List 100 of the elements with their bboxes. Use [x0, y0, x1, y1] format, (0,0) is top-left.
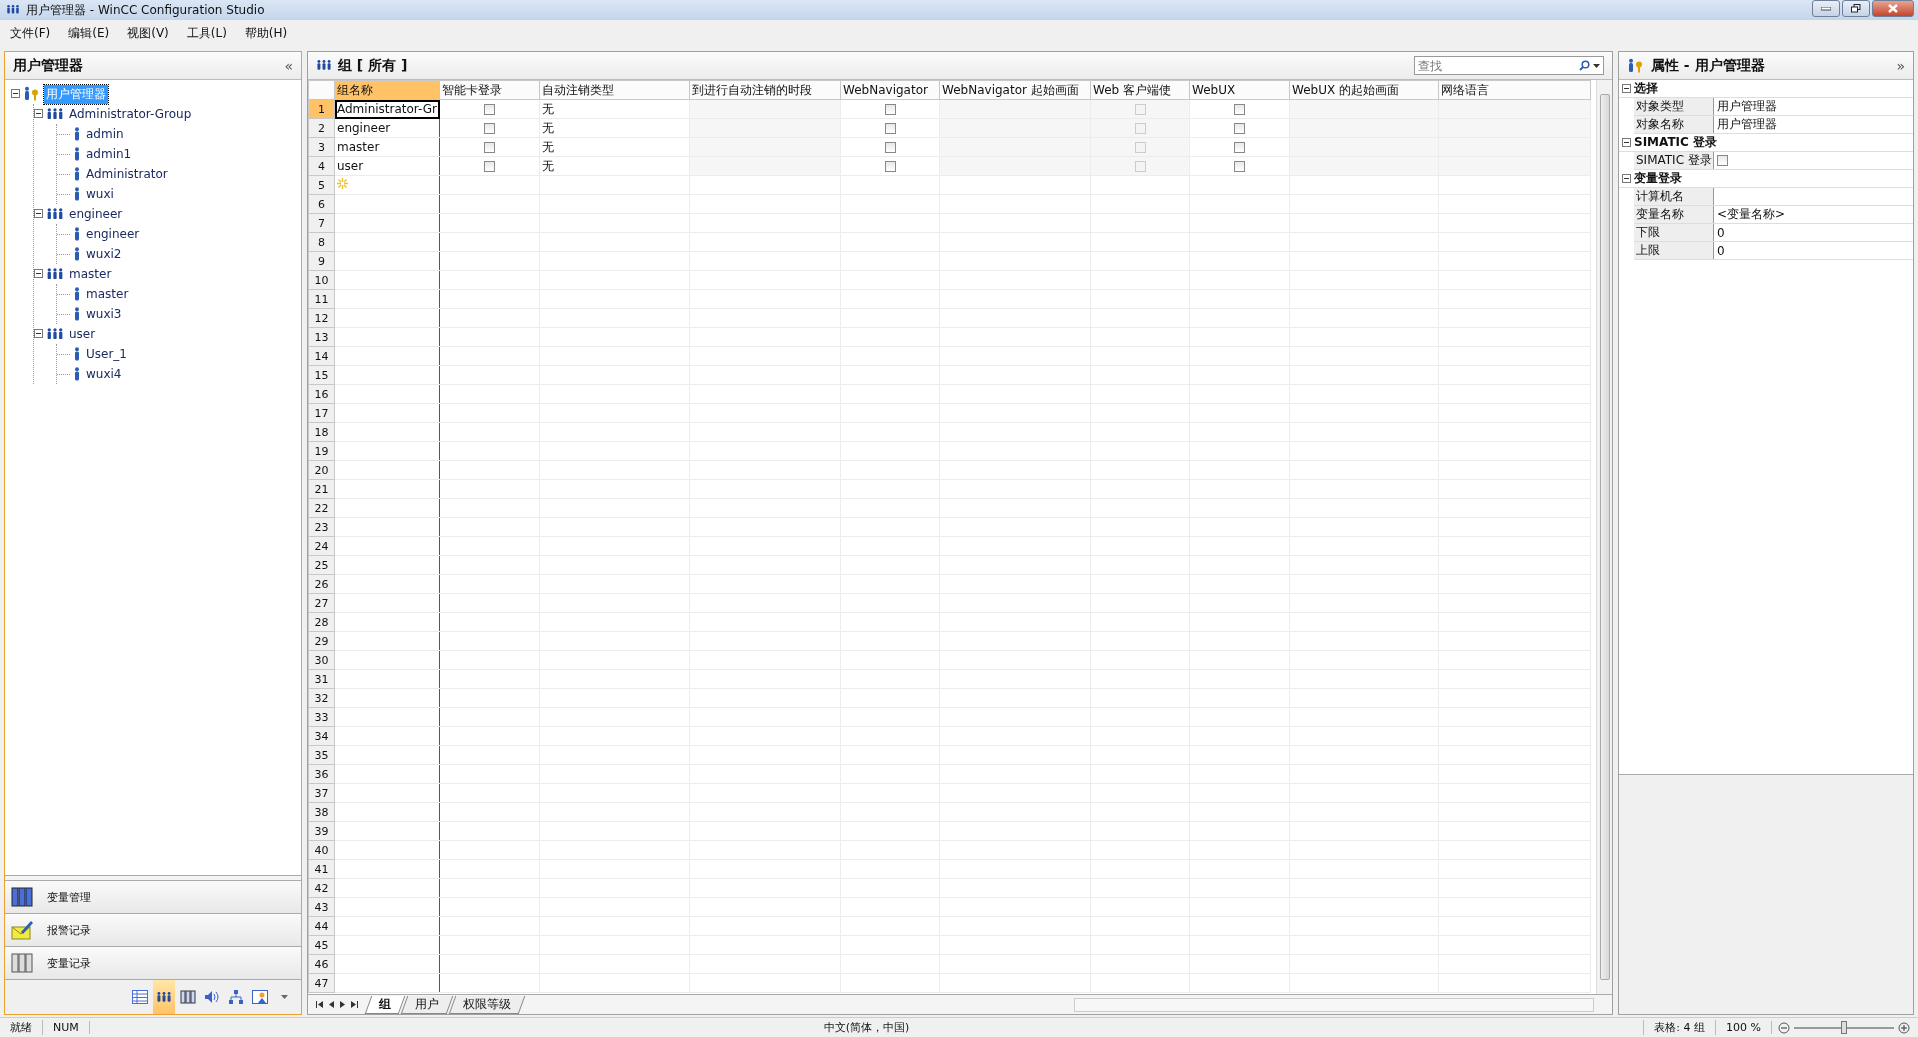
checkbox[interactable]	[1234, 141, 1246, 153]
property-name: 对象名称	[1634, 116, 1714, 133]
menu-item[interactable]: 编辑(E)	[68, 24, 110, 42]
column-header[interactable]: WebNavigator 起始画面	[939, 80, 1091, 100]
minimize-icon	[1821, 6, 1831, 11]
checkbox[interactable]	[1234, 122, 1246, 134]
editor-nav-item[interactable]: 报警记录	[5, 914, 301, 947]
section-expander-icon[interactable]	[1622, 138, 1631, 147]
slider-thumb[interactable]	[1841, 1020, 1847, 1034]
group-icon	[156, 990, 172, 1004]
checkbox[interactable]	[484, 160, 496, 172]
tree-expander-icon[interactable]	[34, 329, 43, 338]
horizontal-scrollbar[interactable]	[1074, 997, 1594, 1012]
table-cell: master	[337, 140, 380, 154]
vertical-scrollbar[interactable]	[1596, 80, 1612, 994]
editor-toggle-button[interactable]	[153, 980, 175, 1014]
checkbox[interactable]	[484, 141, 496, 153]
tree-item[interactable]: wuxi4	[84, 366, 124, 382]
user-icon	[73, 306, 81, 322]
tree-item[interactable]: engineer	[67, 206, 125, 222]
checkbox[interactable]	[884, 160, 896, 172]
tree-item[interactable]: user	[67, 326, 98, 342]
next-sheet-icon[interactable]	[340, 1001, 345, 1008]
window-title: 用户管理器 - WinCC Configuration Studio	[26, 1, 266, 19]
tree-expander-icon[interactable]	[11, 89, 20, 98]
user-icon	[73, 366, 81, 382]
column-header[interactable]: 组名称	[334, 80, 440, 100]
user-icon	[73, 146, 81, 162]
property-value: 用户管理器	[1717, 98, 1777, 115]
checkbox[interactable]	[884, 141, 896, 153]
tree-item[interactable]: Administrator-Group	[67, 106, 194, 122]
checkbox[interactable]	[484, 122, 496, 134]
property-name: 上限	[1634, 242, 1714, 259]
menu-item[interactable]: 视图(V)	[127, 24, 169, 42]
search-field[interactable]: 查找	[1414, 56, 1604, 75]
tree-item[interactable]: wuxi	[84, 186, 116, 202]
table-cell: user	[337, 159, 364, 173]
column-header[interactable]: Web 客户端使	[1090, 80, 1190, 100]
binders-icon	[11, 953, 33, 973]
column-header[interactable]: WebUX 的起始画面	[1289, 80, 1439, 100]
binders-icon	[11, 887, 33, 907]
close-button[interactable]	[1872, 0, 1914, 17]
column-header[interactable]: 智能卡登录	[439, 80, 540, 100]
tree-expander-icon[interactable]	[34, 209, 43, 218]
tree-item[interactable]: admin	[84, 126, 126, 142]
sheet-tab[interactable]: 组	[364, 995, 406, 1014]
tree-item[interactable]: engineer	[84, 226, 142, 242]
zoom-in-icon[interactable]	[1898, 1021, 1910, 1034]
speaker-icon	[204, 990, 220, 1004]
sheet-tab[interactable]: 用户	[400, 995, 454, 1014]
first-sheet-icon[interactable]	[316, 1001, 323, 1008]
menu-item[interactable]: 工具(L)	[186, 24, 227, 42]
restore-button[interactable]	[1842, 0, 1870, 17]
group-icon	[46, 326, 64, 342]
section-title: 变量登录	[1634, 170, 1682, 187]
user-key-icon	[1627, 57, 1645, 74]
tree-expander-icon[interactable]	[34, 269, 43, 278]
tree-expander-icon[interactable]	[34, 109, 43, 118]
envelope-pen-icon	[11, 920, 33, 940]
editor-nav-item[interactable]: 变量管理	[5, 881, 301, 914]
nav-label: 变量记录	[47, 955, 91, 971]
group-icon	[46, 266, 64, 282]
zoom-out-icon[interactable]	[1778, 1021, 1790, 1034]
tree-item[interactable]: wuxi3	[84, 306, 124, 322]
editor-nav-item[interactable]: 变量记录	[5, 947, 301, 980]
group-icon	[6, 4, 20, 16]
picture-list-icon	[252, 990, 268, 1004]
collapse-button[interactable]: «	[284, 57, 293, 74]
column-header[interactable]: WebUX	[1189, 80, 1290, 100]
column-header[interactable]: 网络语言	[1438, 80, 1591, 100]
menu-item[interactable]: 帮助(H)	[244, 24, 288, 42]
previous-sheet-icon[interactable]	[329, 1001, 334, 1008]
menu-item[interactable]: 文件(F)	[10, 24, 51, 42]
tree-item[interactable]: User_1	[84, 346, 129, 362]
group-icon	[316, 59, 332, 72]
checkbox[interactable]	[884, 103, 896, 115]
checkbox[interactable]	[484, 103, 496, 115]
tree-item[interactable]: wuxi2	[84, 246, 124, 262]
splitter-handle[interactable]	[5, 875, 301, 881]
tree-item[interactable]: Administrator	[84, 166, 170, 182]
user-icon	[73, 226, 81, 242]
checkbox[interactable]	[884, 122, 896, 134]
checkbox[interactable]	[1234, 160, 1246, 172]
checkbox[interactable]	[1717, 155, 1728, 166]
sheet-tab[interactable]: 权限等级	[448, 995, 526, 1014]
tree-item[interactable]: admin1	[84, 146, 134, 162]
last-sheet-icon[interactable]	[351, 1001, 358, 1008]
tree-item[interactable]: master	[67, 266, 114, 282]
column-header[interactable]: 自动注销类型	[539, 80, 690, 100]
property-value: 用户管理器	[1717, 116, 1777, 133]
tree-item[interactable]: master	[84, 286, 131, 302]
table-cell: engineer	[337, 121, 391, 135]
expand-button[interactable]: »	[1896, 57, 1905, 74]
checkbox[interactable]	[1234, 103, 1246, 115]
table-icon	[132, 990, 148, 1004]
group-icon	[46, 106, 64, 122]
section-expander-icon[interactable]	[1622, 84, 1631, 93]
section-expander-icon[interactable]	[1622, 174, 1631, 183]
column-header[interactable]: 到进行自动注销的时段	[689, 80, 841, 100]
column-header[interactable]: WebNavigator	[840, 80, 940, 100]
